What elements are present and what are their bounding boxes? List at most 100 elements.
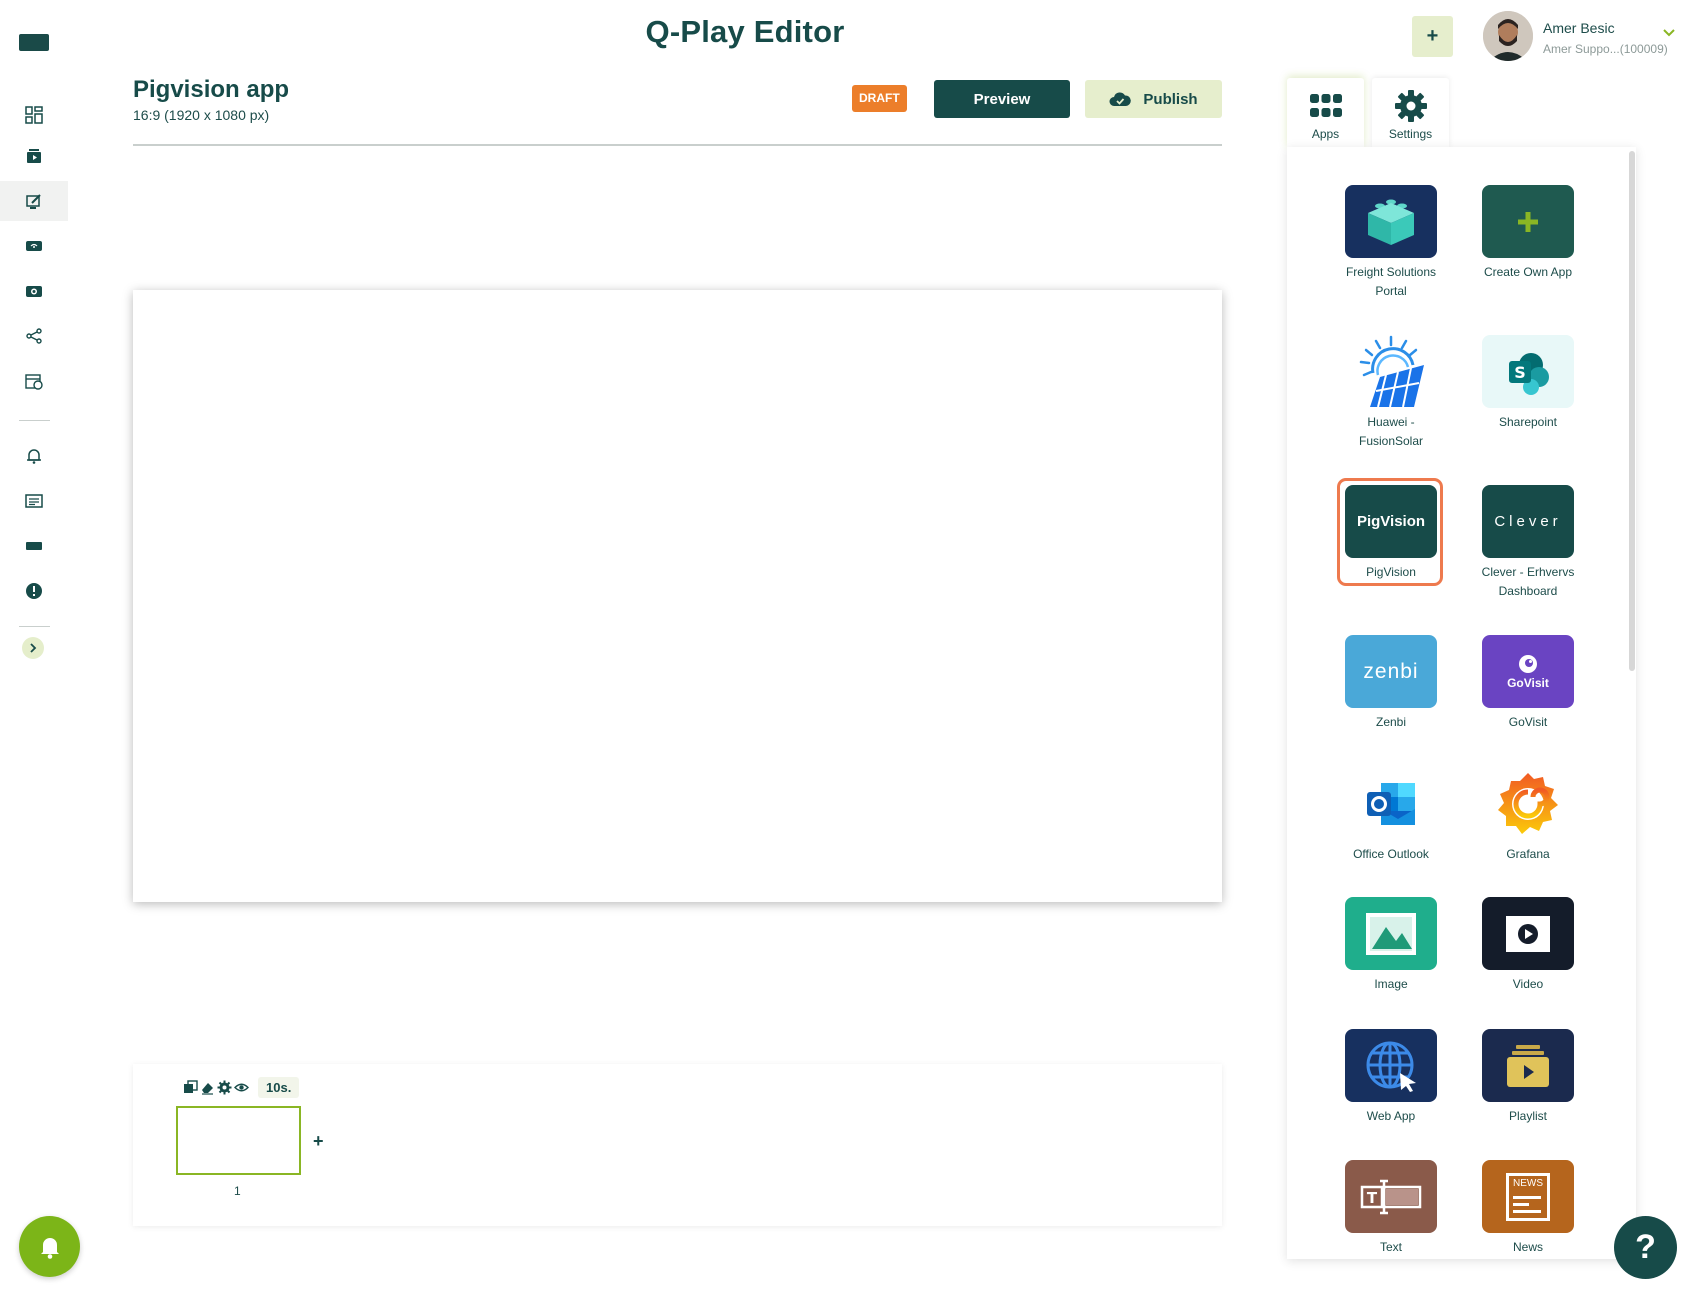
user-name[interactable]: Amer Besic bbox=[1543, 20, 1615, 36]
editor-icon bbox=[26, 194, 41, 209]
sidebar-item-warnings[interactable] bbox=[0, 571, 68, 611]
cube-icon bbox=[1345, 185, 1437, 258]
slide-toolbar bbox=[183, 1080, 249, 1095]
slide-number: 1 bbox=[234, 1184, 241, 1198]
sidebar-item-share[interactable] bbox=[0, 316, 68, 356]
slide-duration[interactable]: 10s. bbox=[258, 1077, 300, 1098]
scrollbar-thumb[interactable] bbox=[1629, 151, 1635, 671]
sidebar-item-media[interactable] bbox=[0, 136, 68, 176]
zenbi-logo: zenbi bbox=[1345, 635, 1437, 708]
app-label: Create Own App bbox=[1483, 265, 1573, 279]
schedule-icon bbox=[25, 374, 43, 390]
app-text[interactable]: T Text bbox=[1341, 1160, 1441, 1257]
app-label: Office Outlook bbox=[1353, 847, 1429, 861]
tab-settings-label: Settings bbox=[1388, 127, 1433, 141]
canvas-size-label: 16:9 (1920 x 1080 px) bbox=[133, 107, 270, 123]
user-account[interactable]: Amer Suppo...(100009) bbox=[1543, 42, 1668, 56]
app-label: GoVisit bbox=[1508, 715, 1548, 729]
app-office-outlook[interactable]: Office Outlook bbox=[1341, 767, 1441, 864]
warning-icon bbox=[26, 583, 42, 599]
scrollbar[interactable] bbox=[1626, 147, 1636, 1259]
page-title: Pigvision app bbox=[133, 76, 290, 103]
app-web-app[interactable]: Web App bbox=[1341, 1029, 1441, 1126]
svg-text:S: S bbox=[1514, 363, 1526, 382]
text-icon: T bbox=[1345, 1160, 1437, 1233]
app-playlist[interactable]: Playlist bbox=[1478, 1029, 1578, 1126]
add-button[interactable]: + bbox=[1412, 16, 1453, 57]
avatar-photo bbox=[1483, 11, 1533, 61]
dashboard-icon bbox=[25, 106, 43, 124]
app-news[interactable]: NEWS News bbox=[1478, 1160, 1578, 1257]
tab-apps-label: Apps bbox=[1311, 127, 1340, 141]
sidebar-item-screens[interactable] bbox=[0, 526, 68, 566]
gear-icon[interactable] bbox=[217, 1080, 232, 1095]
chevron-down-icon[interactable] bbox=[1662, 26, 1676, 40]
channel-icon bbox=[26, 286, 42, 297]
app-label: Clever - Erhvervs Dashboard bbox=[1481, 565, 1575, 598]
panel-tabs: Apps Settings bbox=[1287, 78, 1449, 148]
app-zenbi[interactable]: zenbi Zenbi bbox=[1341, 635, 1441, 732]
share-icon bbox=[26, 328, 42, 344]
eye-icon[interactable] bbox=[234, 1080, 249, 1095]
app-pigvision[interactable]: PigVision PigVision bbox=[1337, 478, 1443, 586]
screen-icon bbox=[26, 542, 42, 550]
app-image[interactable]: Image bbox=[1341, 897, 1441, 994]
cloud-upload-icon bbox=[1109, 92, 1132, 106]
globe-icon bbox=[1345, 1029, 1437, 1102]
app-clever-erhvervs-dashboard[interactable]: Clever Clever - Erhvervs Dashboard bbox=[1478, 485, 1578, 601]
tab-settings[interactable]: Settings bbox=[1372, 78, 1449, 148]
app-grafana[interactable]: Grafana bbox=[1478, 767, 1578, 864]
avatar[interactable] bbox=[1483, 11, 1533, 61]
app-sharepoint[interactable]: S Sharepoint bbox=[1478, 335, 1578, 432]
sidebar-item-channel[interactable] bbox=[0, 271, 68, 311]
app-huawei-fusionsolar[interactable]: Huawei - FusionSolar bbox=[1341, 335, 1441, 451]
sidebar-divider bbox=[19, 420, 50, 421]
apps-grid-icon bbox=[1308, 90, 1344, 122]
tab-apps[interactable]: Apps bbox=[1287, 78, 1364, 148]
grafana-icon bbox=[1482, 767, 1574, 840]
govisit-eye-icon bbox=[1519, 654, 1537, 673]
app-label: Playlist bbox=[1508, 1109, 1547, 1123]
player-icon bbox=[26, 241, 42, 251]
app-create-own-app[interactable]: Create Own App bbox=[1478, 185, 1578, 282]
duplicate-icon[interactable] bbox=[183, 1080, 198, 1095]
expand-sidebar-button[interactable] bbox=[22, 637, 44, 659]
slide-thumbnail[interactable] bbox=[176, 1106, 301, 1175]
publish-label: Publish bbox=[1143, 90, 1198, 108]
add-slide-button[interactable]: + bbox=[313, 1131, 324, 1152]
app-govisit[interactable]: GoVisit GoVisit bbox=[1478, 635, 1578, 732]
app-title: Q-Play Editor bbox=[645, 14, 845, 49]
app-label: News bbox=[1512, 1240, 1543, 1254]
app-label: Image bbox=[1374, 977, 1408, 991]
sidebar-item-schedule[interactable] bbox=[0, 361, 68, 401]
app-label: Video bbox=[1512, 977, 1544, 991]
status-badge: DRAFT bbox=[852, 85, 907, 112]
alert-bell-icon bbox=[27, 449, 41, 464]
sidebar-item-player[interactable] bbox=[0, 226, 68, 266]
sidebar-item-dashboard[interactable] bbox=[0, 95, 68, 135]
app-label: Zenbi bbox=[1375, 715, 1407, 729]
video-icon bbox=[1482, 897, 1574, 970]
app-video[interactable]: Video bbox=[1478, 897, 1578, 994]
app-label: Huawei - FusionSolar bbox=[1358, 415, 1424, 448]
help-button[interactable]: ? bbox=[1614, 1216, 1677, 1279]
notifications-button[interactable] bbox=[19, 1216, 80, 1277]
app-label: Text bbox=[1379, 1240, 1402, 1254]
media-icon bbox=[27, 149, 41, 163]
news-ticker-icon bbox=[25, 494, 43, 508]
gear-icon bbox=[1393, 90, 1429, 122]
app-freight-solutions-portal[interactable]: Freight Solutions Portal bbox=[1341, 185, 1441, 301]
eraser-icon[interactable] bbox=[200, 1080, 215, 1095]
preview-button[interactable]: Preview bbox=[934, 80, 1070, 118]
sidebar-item-news-ticker[interactable] bbox=[0, 481, 68, 521]
sidebar-divider-2 bbox=[19, 626, 50, 627]
govisit-logo: GoVisit bbox=[1482, 635, 1574, 708]
sidebar-item-editor[interactable] bbox=[0, 181, 68, 221]
image-icon bbox=[1345, 897, 1437, 970]
sharepoint-icon: S bbox=[1482, 335, 1574, 408]
slide-canvas[interactable] bbox=[133, 290, 1222, 902]
apps-panel: Freight Solutions Portal Create Own App bbox=[1287, 147, 1636, 1259]
sidebar-item-alerts[interactable] bbox=[0, 436, 68, 476]
plus-icon bbox=[1482, 185, 1574, 258]
publish-button[interactable]: Publish bbox=[1085, 80, 1222, 118]
